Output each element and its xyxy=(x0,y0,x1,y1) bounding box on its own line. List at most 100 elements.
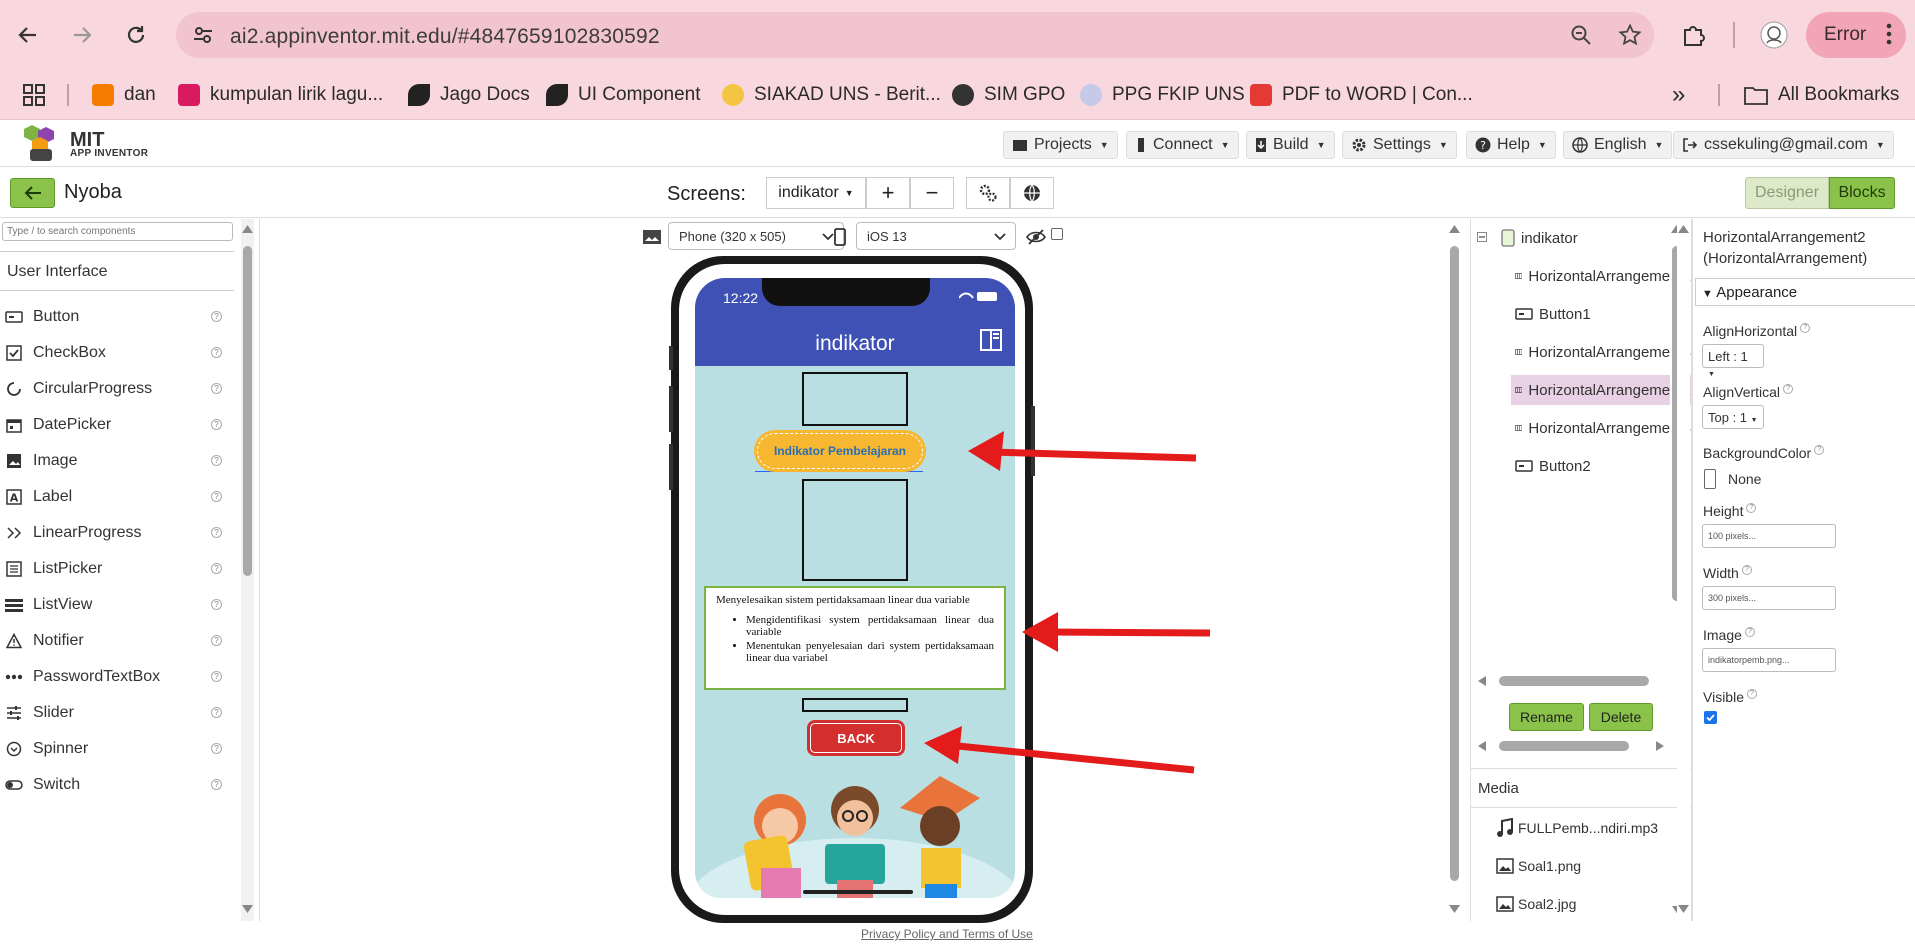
bookmarks-overflow-button[interactable]: » xyxy=(1672,80,1685,110)
tree-item-horizontal-arrangement-2[interactable]: HorizontalArrangement2 xyxy=(1511,375,1691,405)
indikator-button[interactable]: Indikator Pembelajaran xyxy=(757,433,923,469)
mit-logo[interactable]: MIT APP INVENTOR xyxy=(20,123,180,165)
tree-item-screen[interactable]: indikator xyxy=(1501,225,1671,251)
help-icon[interactable]: ? xyxy=(211,491,222,502)
horizontal-arrangement-3[interactable] xyxy=(802,479,908,581)
align-horizontal-select[interactable]: Left : 1 ▼ xyxy=(1702,344,1764,378)
projects-menu[interactable]: Projects ▼ xyxy=(1003,131,1118,159)
forward-icon[interactable] xyxy=(64,17,100,53)
horizontal-arrangement-4[interactable] xyxy=(802,698,908,712)
reload-icon[interactable] xyxy=(118,17,154,53)
media-item-audio[interactable]: FULLPemb...ndiri.mp3 xyxy=(1496,816,1658,840)
help-icon[interactable]: ? xyxy=(1814,445,1825,455)
profile-avatar[interactable] xyxy=(1756,17,1792,53)
profile-error-button[interactable]: Error xyxy=(1806,12,1906,58)
components-hscrollbar-lower[interactable] xyxy=(1477,740,1687,752)
palette-item-checkbox[interactable]: CheckBox? xyxy=(0,335,230,371)
horizontal-arrangement-2-image[interactable]: Menyelesaikan sistem pertidaksamaan line… xyxy=(704,586,1006,690)
palette-item-image[interactable]: Image? xyxy=(0,443,230,479)
scroll-up-icon[interactable] xyxy=(1677,223,1690,235)
collapse-icon[interactable] xyxy=(1477,232,1487,242)
scroll-up-icon[interactable] xyxy=(1448,223,1461,235)
bookmark-star-icon[interactable] xyxy=(1617,22,1643,48)
privacy-policy-link[interactable]: Privacy Policy and Terms of Use xyxy=(861,927,1033,941)
bookmark-ppg[interactable]: PPG FKIP UNS xyxy=(1080,80,1245,110)
width-field[interactable]: 300 pixels... xyxy=(1702,586,1836,610)
bookmark-siakad[interactable]: SIAKAD UNS - Berit... xyxy=(722,80,941,110)
menu-dots-icon[interactable] xyxy=(1886,23,1892,45)
back-button-app[interactable]: BACK xyxy=(807,720,905,756)
scrollbar-thumb[interactable] xyxy=(1499,741,1629,751)
tree-item-horizontal-arrangement-3[interactable]: HorizontalArrangement3 xyxy=(1515,339,1691,365)
help-icon[interactable]: ? xyxy=(1741,565,1752,575)
palette-item-listview[interactable]: ListView? xyxy=(0,587,230,623)
rename-button[interactable]: Rename xyxy=(1509,703,1584,731)
scroll-left-icon[interactable] xyxy=(1477,740,1487,752)
components-hscrollbar[interactable] xyxy=(1477,675,1667,687)
palette-item-linearprogress[interactable]: LinearProgress? xyxy=(0,515,230,551)
bookmark-ui-component[interactable]: UI Component xyxy=(546,80,701,110)
help-icon[interactable]: ? xyxy=(211,455,222,466)
media-item-soal1[interactable]: Soal1.png xyxy=(1496,854,1581,878)
help-icon[interactable]: ? xyxy=(1747,689,1757,699)
remove-screen-button[interactable]: − xyxy=(910,177,954,209)
media-item-soal2[interactable]: Soal2.jpg xyxy=(1496,892,1576,916)
help-icon[interactable]: ? xyxy=(1783,384,1794,394)
delete-button[interactable]: Delete xyxy=(1589,703,1653,731)
palette-item-label[interactable]: A Label? xyxy=(0,479,230,515)
scroll-right-icon[interactable] xyxy=(1655,740,1665,752)
palette-scrollbar[interactable] xyxy=(241,219,254,921)
appearance-section-header[interactable]: ▼ Appearance xyxy=(1695,278,1915,306)
help-icon[interactable]: ? xyxy=(211,527,222,538)
help-icon[interactable]: ? xyxy=(211,311,222,322)
help-icon[interactable]: ? xyxy=(211,671,222,682)
palette-item-circularprogress[interactable]: CircularProgress? xyxy=(0,371,230,407)
scrollbar-thumb[interactable] xyxy=(1499,676,1649,686)
palette-item-spinner[interactable]: Spinner? xyxy=(0,731,230,767)
language-menu[interactable]: English ▼ xyxy=(1563,131,1673,159)
help-icon[interactable]: ? xyxy=(211,599,222,610)
all-bookmarks-button[interactable]: All Bookmarks xyxy=(1744,80,1899,110)
help-menu[interactable]: ? Help ▼ xyxy=(1466,131,1556,159)
help-icon[interactable]: ? xyxy=(211,419,222,430)
build-menu[interactable]: Build ▼ xyxy=(1246,131,1335,159)
palette-item-passwordtextbox[interactable]: PasswordTextBox? xyxy=(0,659,230,695)
scroll-down-icon[interactable] xyxy=(1677,903,1690,915)
scrollbar-thumb[interactable] xyxy=(243,246,252,576)
scroll-up-icon[interactable] xyxy=(241,223,254,235)
zoom-icon[interactable] xyxy=(1568,22,1594,48)
help-icon[interactable]: ? xyxy=(211,563,222,574)
back-to-projects-button[interactable] xyxy=(10,178,55,208)
viewer-scrollbar[interactable] xyxy=(1448,219,1461,921)
screen-selector[interactable]: indikator ▼ xyxy=(766,177,866,209)
help-icon[interactable]: ? xyxy=(1744,627,1755,637)
help-icon[interactable]: ? xyxy=(211,635,222,646)
tree-item-horizontal-arrangement-1[interactable]: HorizontalArrangement1 xyxy=(1515,263,1691,289)
palette-item-datepicker[interactable]: DatePicker? xyxy=(0,407,230,443)
scroll-left-icon[interactable] xyxy=(1477,675,1487,687)
project-properties-button[interactable] xyxy=(966,177,1010,209)
properties-scrollbar[interactable] xyxy=(1677,219,1690,921)
show-hidden-checkbox[interactable] xyxy=(1051,228,1063,240)
scroll-down-icon[interactable] xyxy=(1448,903,1461,915)
help-icon[interactable]: ? xyxy=(1800,323,1811,333)
add-screen-button[interactable]: + xyxy=(866,177,910,209)
bookmark-dan[interactable]: dan xyxy=(92,80,156,110)
extensions-icon[interactable] xyxy=(1676,17,1712,53)
help-icon[interactable]: ? xyxy=(211,707,222,718)
palette-item-button[interactable]: Button? xyxy=(0,299,230,335)
image-field[interactable]: indikatorpemb.png... xyxy=(1702,648,1836,672)
blocks-tab[interactable]: Blocks xyxy=(1829,177,1895,209)
palette-category-user-interface[interactable]: User Interface xyxy=(0,251,234,291)
hidden-components-icon[interactable] xyxy=(1026,229,1046,245)
site-info-icon[interactable] xyxy=(190,22,216,48)
bookmark-jago-docs[interactable]: Jago Docs xyxy=(408,80,530,110)
palette-item-slider[interactable]: Slider? xyxy=(0,695,230,731)
height-field[interactable]: 100 pixels... xyxy=(1702,524,1836,548)
address-bar[interactable]: ai2.appinventor.mit.edu/#484765910283059… xyxy=(176,12,1654,58)
device-size-select[interactable]: Phone (320 x 505) xyxy=(668,222,844,250)
apps-grid-icon[interactable] xyxy=(16,77,52,113)
designer-tab[interactable]: Designer xyxy=(1745,177,1829,209)
help-icon[interactable]: ? xyxy=(211,383,222,394)
help-icon[interactable]: ? xyxy=(211,779,222,790)
